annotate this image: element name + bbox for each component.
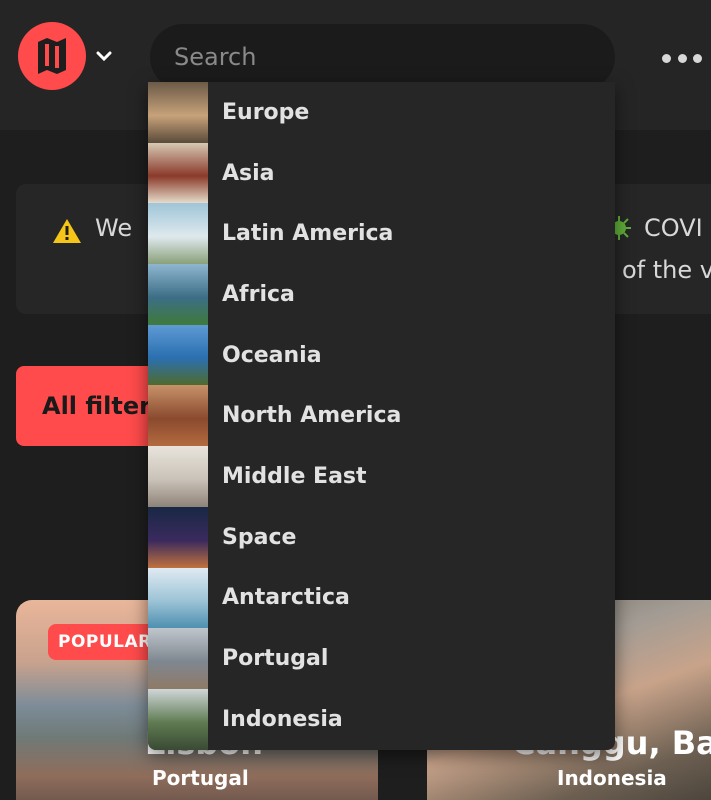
region-thumbnail (148, 264, 208, 325)
dropdown-item[interactable]: Antarctica (148, 567, 615, 629)
region-thumbnail (148, 142, 208, 204)
card-subtitle: Indonesia (557, 766, 667, 790)
more-options-icon[interactable] (662, 50, 702, 66)
dropdown-item[interactable]: Portugal (148, 628, 615, 689)
chevron-down-icon[interactable] (94, 48, 114, 64)
dropdown-item-label: Asia (222, 160, 275, 186)
dropdown-item[interactable]: Africa (148, 264, 615, 325)
dropdown-item-label: Space (222, 524, 297, 550)
dropdown-item[interactable]: Asia (148, 142, 615, 204)
notice-text-right-line2: of the v (622, 256, 711, 284)
notice-text-left: We (95, 214, 133, 242)
region-thumbnail (148, 82, 208, 143)
dropdown-item[interactable]: Middle East (148, 446, 615, 507)
region-thumbnail (148, 446, 208, 507)
region-thumbnail (148, 567, 208, 629)
dropdown-item-label: Europe (222, 99, 310, 125)
search-input[interactable]: Search (150, 24, 615, 90)
region-thumbnail (148, 688, 208, 750)
region-thumbnail (148, 324, 208, 386)
dropdown-item-label: North America (222, 403, 402, 429)
dropdown-item[interactable]: Space (148, 506, 615, 568)
dropdown-item[interactable]: Latin America (148, 203, 615, 265)
dropdown-item-label: Portugal (222, 646, 329, 672)
dropdown-item[interactable]: North America (148, 385, 615, 447)
app-logo[interactable] (18, 22, 86, 90)
region-thumbnail (148, 506, 208, 568)
dropdown-item-label: Antarctica (222, 585, 350, 611)
region-thumbnail (148, 385, 208, 447)
region-thumbnail (148, 628, 208, 689)
dropdown-item-label: Africa (222, 281, 295, 307)
popular-badge: POPULAR (48, 624, 162, 660)
dropdown-item-label: Latin America (222, 221, 394, 247)
dropdown-item[interactable]: Indonesia (148, 688, 615, 750)
search-placeholder: Search (174, 43, 257, 71)
search-suggestions-dropdown: Europe Asia Latin America Africa Oceania Nort… (148, 82, 615, 750)
dropdown-item-label: Indonesia (222, 706, 343, 732)
dropdown-item-label: Oceania (222, 342, 322, 368)
dropdown-item[interactable]: Europe (148, 82, 615, 143)
region-thumbnail (148, 203, 208, 265)
dropdown-item[interactable]: Oceania (148, 324, 615, 386)
card-subtitle: Portugal (152, 766, 249, 790)
map-icon (38, 38, 66, 74)
warning-icon (53, 219, 81, 243)
dropdown-item-label: Middle East (222, 463, 367, 489)
notice-text-right-line1: COVI (644, 214, 703, 242)
